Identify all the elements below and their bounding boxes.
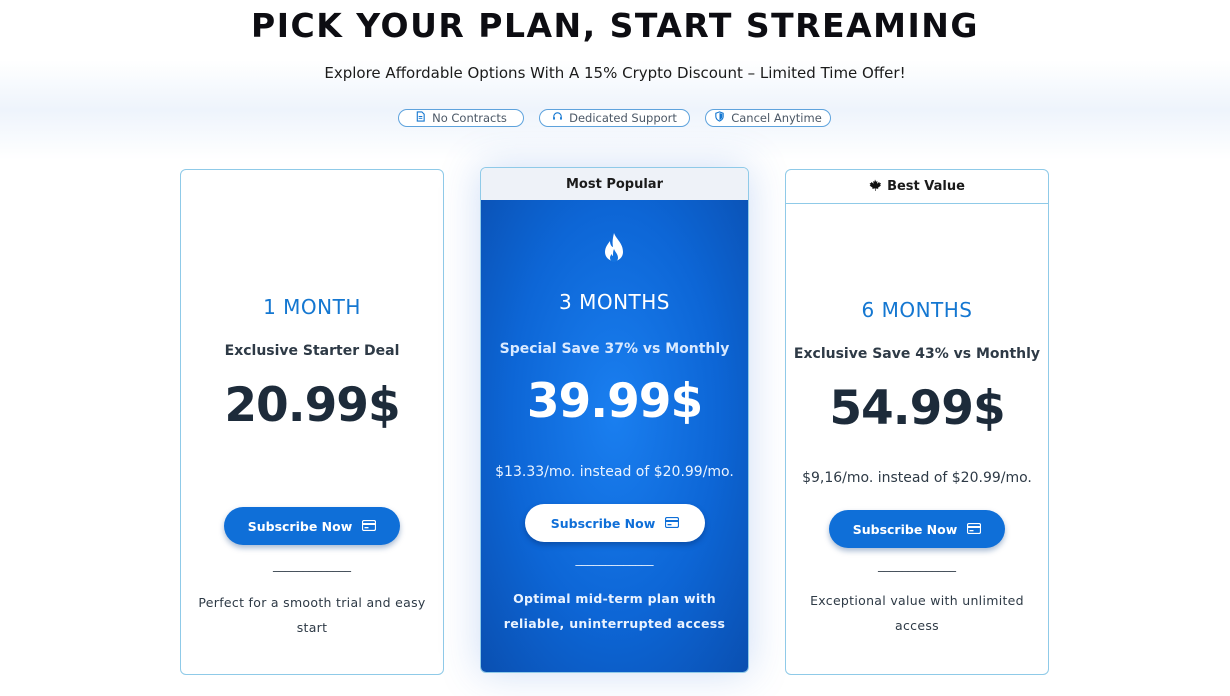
subscribe-button[interactable]: Subscribe Now bbox=[525, 504, 705, 542]
plan-description: Exceptional value with unlimited access bbox=[810, 593, 1024, 633]
plan-price: 54.99$ bbox=[829, 381, 1005, 436]
document-icon bbox=[415, 111, 426, 125]
plan-price: 39.99$ bbox=[526, 374, 703, 429]
badge-label: No Contracts bbox=[432, 111, 507, 125]
badge-no-contracts: No Contracts bbox=[398, 109, 524, 127]
subscribe-button-label: Subscribe Now bbox=[550, 515, 656, 531]
plan-per-month: $9,16/mo. instead of $20.99/mo. bbox=[802, 470, 1032, 486]
plan-deal: Exclusive Starter Deal bbox=[224, 343, 400, 359]
flame-icon bbox=[601, 232, 627, 268]
shield-icon bbox=[714, 111, 725, 125]
plan-card-3-months: Most Popular 3 MONTHS Special Save 37% v… bbox=[480, 167, 749, 673]
plan-name: 1 MONTH bbox=[263, 295, 361, 319]
subscribe-button-label: Subscribe Now bbox=[852, 521, 958, 537]
subscribe-button[interactable]: Subscribe Now bbox=[829, 510, 1005, 548]
badge-label: Cancel Anytime bbox=[731, 111, 822, 125]
best-value-label: Best Value bbox=[887, 179, 965, 194]
plan-deal: Exclusive Save 43% vs Monthly bbox=[793, 346, 1041, 362]
page-title: PICK YOUR PLAN, START STREAMING bbox=[251, 6, 979, 45]
best-value-ribbon: Best Value bbox=[786, 170, 1048, 204]
plan-deal: Special Save 37% vs Monthly bbox=[499, 341, 730, 357]
credit-card-icon bbox=[665, 516, 680, 531]
divider: _____________ bbox=[878, 558, 956, 572]
badge-label: Dedicated Support bbox=[569, 111, 677, 125]
headset-icon bbox=[552, 111, 563, 125]
subscribe-button-label: Subscribe Now bbox=[247, 518, 353, 534]
divider: _____________ bbox=[575, 552, 654, 566]
credit-card-icon bbox=[967, 522, 982, 537]
badge-cancel-anytime: Cancel Anytime bbox=[705, 109, 831, 127]
plan-description: Perfect for a smooth trial and easy star… bbox=[198, 595, 426, 635]
plan-name: 3 MONTHS bbox=[559, 290, 670, 314]
credit-card-icon bbox=[362, 519, 377, 534]
subscribe-button[interactable]: Subscribe Now bbox=[224, 507, 400, 545]
plan-price: 20.99$ bbox=[224, 378, 400, 433]
page-subtitle: Explore Affordable Options With A 15% Cr… bbox=[324, 64, 906, 82]
plan-per-month: $13.33/mo. instead of $20.99/mo. bbox=[495, 464, 734, 480]
plan-description: Optimal mid-term plan with reliable, uni… bbox=[503, 591, 726, 631]
plan-name: 6 MONTHS bbox=[861, 298, 973, 322]
plan-card-6-months: Best Value 6 MONTHS Exclusive Save 43% v… bbox=[785, 169, 1049, 675]
most-popular-ribbon: Most Popular bbox=[481, 168, 748, 200]
maple-leaf-icon bbox=[869, 179, 882, 195]
badge-dedicated-support: Dedicated Support bbox=[539, 109, 690, 127]
plan-card-body: 3 MONTHS Special Save 37% vs Monthly 39.… bbox=[481, 200, 748, 672]
divider: _____________ bbox=[273, 558, 351, 572]
plan-card-1-month: 1 MONTH Exclusive Starter Deal 20.99$ Su… bbox=[180, 169, 444, 675]
